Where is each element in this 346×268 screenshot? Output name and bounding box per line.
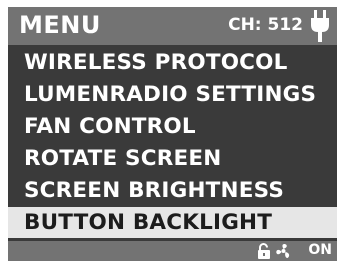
unlock-icon [258,243,270,259]
menu-item-wireless-protocol[interactable]: WIRELESS PROTOCOL [8,47,337,78]
device-screen: MENU CH: 512 WIRELESS PROTOCOL LUMENRADI… [8,7,337,261]
fan-state-label: ON [308,242,332,258]
menu-item-button-backlight[interactable]: BUTTON BACKLIGHT [8,207,337,238]
menu-item-fan-control[interactable]: FAN CONTROL [8,111,337,142]
menu-item-rotate-screen[interactable]: ROTATE SCREEN [8,143,337,174]
plug-icon [311,10,329,42]
status-bar: ON [8,241,337,261]
menu-item-lumenradio-settings[interactable]: LUMENRADIO SETTINGS [8,79,337,110]
channel-indicator: CH: 512 [228,15,303,35]
header-bar: MENU CH: 512 [8,7,337,45]
menu-item-screen-brightness[interactable]: SCREEN BRIGHTNESS [8,175,337,206]
page-title: MENU [19,11,101,39]
fan-icon [276,244,290,258]
